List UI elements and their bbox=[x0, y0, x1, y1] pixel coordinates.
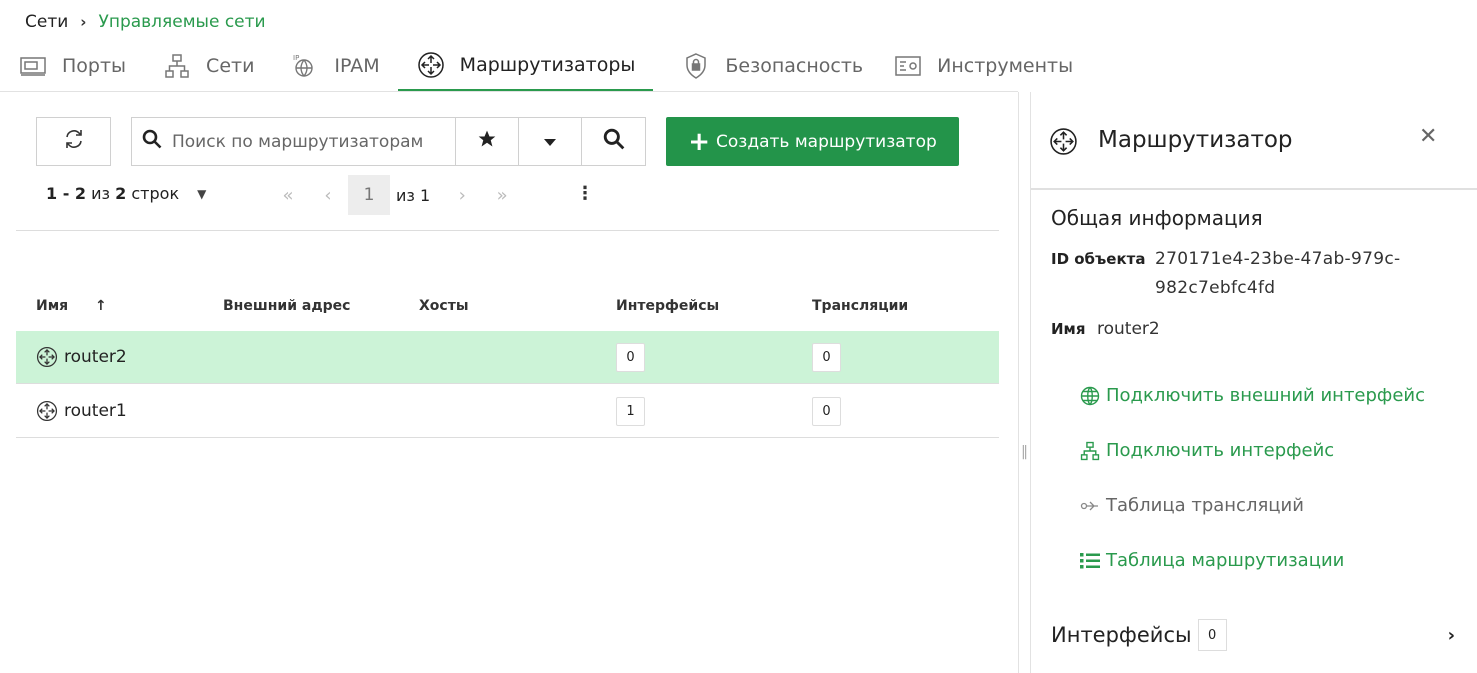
plus-icon: + bbox=[688, 126, 711, 157]
breadcrumb: Сети › Управляемые сети bbox=[25, 12, 266, 32]
create-router-button[interactable]: + Создать маршрутизатор bbox=[666, 117, 959, 166]
next-page-icon[interactable]: › bbox=[442, 185, 482, 206]
router-icon bbox=[416, 50, 446, 80]
detail-panel-header: Маршрутизатор ✕ bbox=[1031, 92, 1477, 190]
interfaces-count-badge: 1 bbox=[616, 397, 645, 426]
tab-divider bbox=[0, 91, 1018, 92]
table-row[interactable]: router2 0 0 bbox=[16, 331, 999, 384]
section-title: Общая информация bbox=[1051, 206, 1263, 230]
divider bbox=[16, 230, 999, 231]
translations-count-badge: 0 bbox=[812, 397, 841, 426]
connect-interface-link[interactable]: Подключить интерфейс bbox=[1080, 440, 1334, 461]
pagination: « ‹ 1 из 1 › » bbox=[268, 175, 522, 215]
router-name[interactable]: router1 bbox=[64, 401, 127, 421]
drag-handle-icon[interactable]: ‖ bbox=[1021, 444, 1028, 460]
port-icon bbox=[18, 51, 48, 81]
router-name[interactable]: router2 bbox=[64, 347, 127, 367]
search-button[interactable] bbox=[582, 118, 645, 165]
network-icon bbox=[162, 51, 192, 81]
id-label: ID объекта bbox=[1051, 250, 1146, 268]
globe-icon bbox=[1080, 386, 1100, 406]
ipam-icon: IP bbox=[290, 51, 320, 81]
nat-icon bbox=[1080, 498, 1100, 514]
favorites-button[interactable] bbox=[456, 118, 519, 165]
chevron-right-icon: › bbox=[80, 13, 87, 31]
page-number-input[interactable]: 1 bbox=[348, 175, 390, 215]
star-icon bbox=[477, 129, 497, 154]
router-icon bbox=[1049, 127, 1078, 161]
interfaces-count-badge: 0 bbox=[1197, 619, 1227, 651]
panel-title: Маршрутизатор bbox=[1098, 127, 1293, 153]
column-header-translations[interactable]: Трансляции bbox=[812, 298, 908, 314]
routing-table-link[interactable]: Таблица маршрутизации bbox=[1080, 550, 1344, 571]
interfaces-count-badge: 0 bbox=[616, 343, 645, 372]
column-header-external-address[interactable]: Внешний адрес bbox=[223, 298, 350, 314]
breadcrumb-current[interactable]: Управляемые сети bbox=[98, 12, 265, 32]
tab-ports[interactable]: Порты bbox=[0, 40, 144, 92]
svg-text:IP: IP bbox=[293, 54, 299, 62]
search-input[interactable] bbox=[172, 131, 442, 152]
page-total: из 1 bbox=[396, 185, 431, 205]
nat-table-link[interactable]: Таблица трансляций bbox=[1080, 495, 1304, 516]
tab-ipam[interactable]: IP IPAM bbox=[272, 40, 397, 92]
router-icon bbox=[36, 400, 58, 422]
connect-external-interface-link[interactable]: Подключить внешний интерфейс bbox=[1080, 385, 1425, 406]
interfaces-title: Интерфейсы bbox=[1051, 623, 1192, 647]
interfaces-section-toggle[interactable]: Интерфейсы 0 › bbox=[1051, 618, 1461, 652]
translations-count-badge: 0 bbox=[812, 343, 841, 372]
id-value: 270171e4-23be-47ab-979c-982c7ebfc4fd bbox=[1155, 249, 1401, 298]
caret-down-icon: ▼ bbox=[197, 186, 207, 201]
router-icon bbox=[36, 346, 58, 368]
prev-page-icon[interactable]: ‹ bbox=[308, 185, 348, 206]
filter-dropdown-button[interactable] bbox=[519, 118, 582, 165]
refresh-button[interactable] bbox=[36, 117, 111, 166]
name-label: Имя bbox=[1051, 320, 1086, 338]
last-page-icon[interactable]: » bbox=[482, 185, 522, 206]
tab-security[interactable]: Безопасность bbox=[653, 40, 881, 92]
search-group bbox=[131, 117, 646, 166]
chevron-right-icon: › bbox=[1447, 624, 1455, 646]
tab-routers[interactable]: Маршрутизаторы bbox=[397, 40, 654, 92]
tab-bar: Порты Сети IP IPAM Маршрутизаторы Безопа… bbox=[0, 40, 1090, 92]
panel-splitter[interactable] bbox=[1018, 92, 1019, 673]
network-icon bbox=[1080, 441, 1100, 461]
search-field bbox=[132, 118, 456, 165]
refresh-icon bbox=[63, 127, 85, 156]
name-value: router2 bbox=[1097, 319, 1160, 339]
close-icon[interactable]: ✕ bbox=[1419, 124, 1437, 149]
tab-networks[interactable]: Сети bbox=[144, 40, 272, 92]
list-icon bbox=[1080, 552, 1100, 570]
table-header: Имя ↑ Внешний адрес Хосты Интерфейсы Тра… bbox=[16, 290, 999, 322]
search-icon bbox=[142, 129, 162, 154]
first-page-icon[interactable]: « bbox=[268, 185, 308, 206]
breadcrumb-root[interactable]: Сети bbox=[25, 12, 68, 32]
shield-icon bbox=[681, 51, 711, 81]
table-row[interactable]: router1 1 0 bbox=[16, 385, 999, 438]
tab-tools[interactable]: Инструменты bbox=[881, 40, 1091, 92]
caret-down-icon bbox=[543, 132, 557, 152]
column-header-name[interactable]: Имя ↑ bbox=[36, 298, 107, 314]
column-header-interfaces[interactable]: Интерфейсы bbox=[616, 298, 719, 314]
column-header-hosts[interactable]: Хосты bbox=[419, 298, 469, 314]
sort-asc-icon: ↑ bbox=[95, 298, 107, 314]
kebab-menu-icon[interactable]: ⋮ bbox=[576, 183, 594, 204]
search-icon bbox=[603, 128, 625, 155]
tools-icon bbox=[893, 51, 923, 81]
rows-per-page-selector[interactable]: 1 - 2 из 2 строк ▼ bbox=[46, 184, 206, 203]
